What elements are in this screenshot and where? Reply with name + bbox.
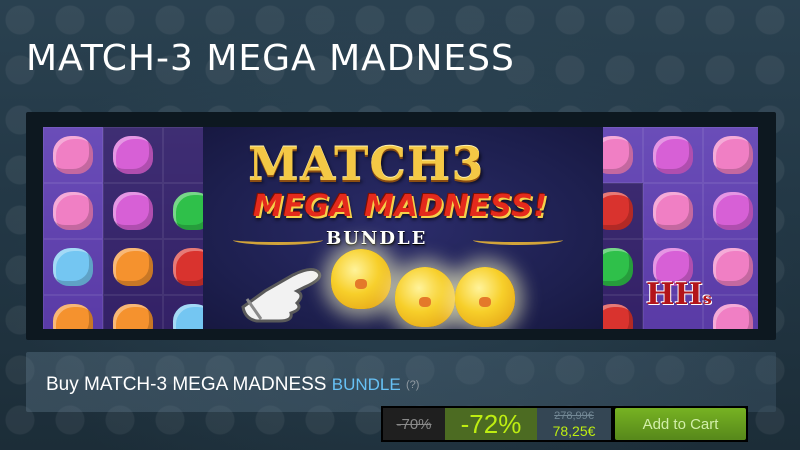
pointing-hand-icon — [241, 268, 322, 323]
purchase-title-text: Buy MATCH-3 MEGA MADNESS — [46, 374, 327, 395]
pink-critter-icon — [713, 304, 753, 329]
yellow-chick-icon — [331, 249, 391, 309]
publisher-logo: HHs — [646, 277, 712, 312]
tile — [43, 295, 103, 329]
yellow-chick-icon — [395, 267, 455, 327]
tile — [103, 295, 163, 329]
magenta-critter-icon — [653, 136, 693, 174]
logo-title-match3: MATCH3 — [248, 137, 485, 191]
bundle-banner-image: MATCH3 MEGA MADNESS! BUNDLE HHs — [43, 127, 758, 329]
original-price: 278,99€ — [554, 409, 594, 422]
orange-critter-icon — [113, 248, 153, 286]
pink-critter-icon — [713, 136, 753, 174]
tile — [43, 183, 103, 239]
tile — [43, 239, 103, 295]
pink-critter-icon — [653, 192, 693, 230]
logo-subtitle-mega-madness: MEGA MADNESS! — [253, 189, 548, 224]
logo-bundle-label: BUNDLE — [326, 228, 428, 249]
publisher-logo-suffix: s — [702, 289, 712, 308]
tile — [103, 183, 163, 239]
tile — [103, 239, 163, 295]
page-title: MATCH-3 MEGA MADNESS — [26, 38, 515, 79]
tile — [703, 183, 758, 239]
price-bar: -70% -72% 278,99€ 78,25€ Add to Cart — [381, 406, 748, 442]
purchase-box: Buy MATCH-3 MEGA MADNESS BUNDLE (?) — [26, 352, 776, 412]
add-to-cart-button[interactable]: Add to Cart — [615, 408, 746, 440]
price-block: 278,99€ 78,25€ — [537, 408, 611, 440]
final-price: 78,25€ — [552, 422, 596, 439]
tile — [703, 127, 758, 183]
discount-percent: -72% — [445, 408, 537, 440]
yellow-chick-icon — [455, 267, 515, 327]
pink-critter-icon — [53, 136, 93, 174]
orange-critter-icon — [53, 304, 93, 329]
original-discount-percent: -70% — [383, 408, 445, 440]
purchase-title: Buy MATCH-3 MEGA MADNESS BUNDLE (?) — [46, 374, 419, 396]
bundle-help-link[interactable]: (?) — [406, 379, 419, 391]
bundle-info-link[interactable]: BUNDLE — [332, 375, 401, 394]
tile — [643, 127, 703, 183]
tile — [103, 127, 163, 183]
magenta-critter-icon — [113, 136, 153, 174]
magenta-critter-icon — [113, 192, 153, 230]
pink-critter-icon — [713, 248, 753, 286]
tile — [43, 127, 103, 183]
orange-critter-icon — [113, 304, 153, 329]
magenta-critter-icon — [713, 192, 753, 230]
tile — [643, 183, 703, 239]
logo-swirl-left — [233, 235, 323, 245]
logo-swirl-right — [473, 235, 563, 245]
blue-critter-icon — [53, 248, 93, 286]
pink-bow-critter-icon — [53, 192, 93, 230]
publisher-logo-text: HH — [646, 277, 703, 312]
